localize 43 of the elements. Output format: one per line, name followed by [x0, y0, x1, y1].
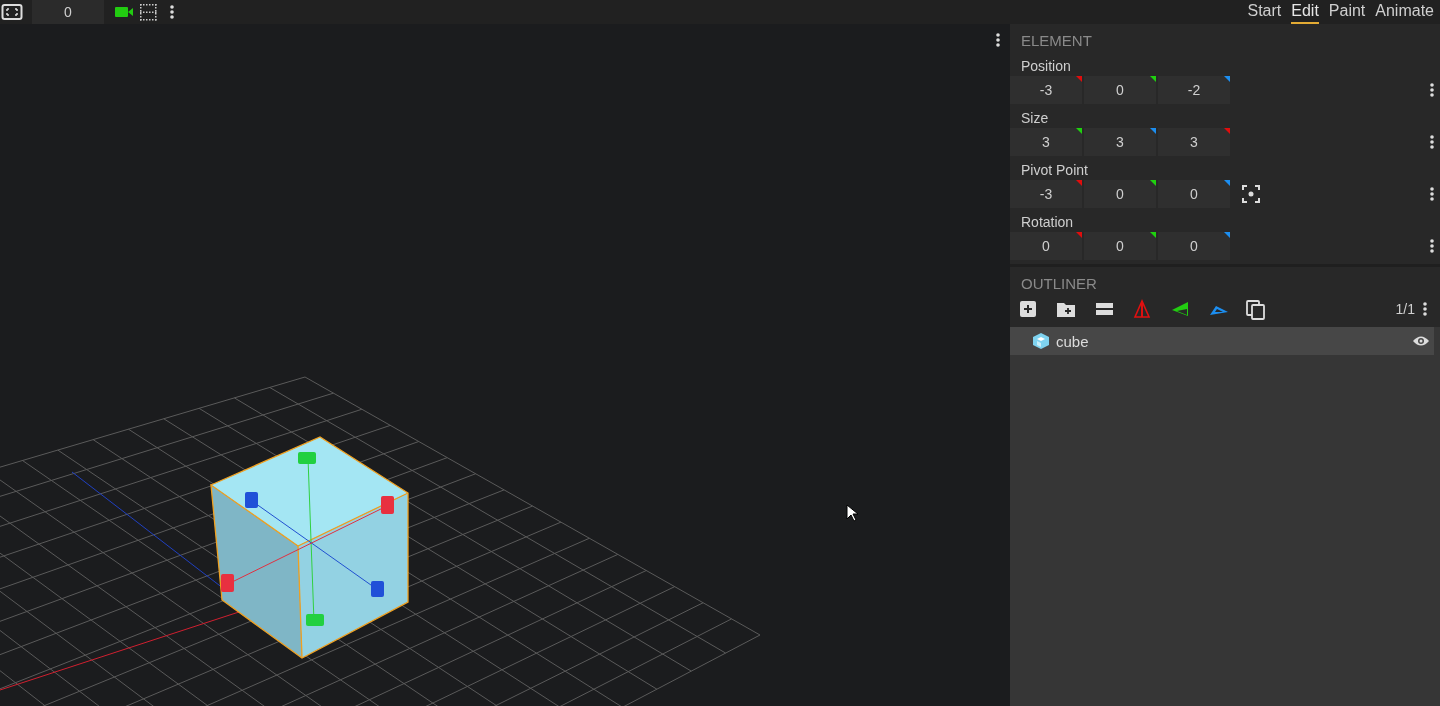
mode-tab[interactable]: Animate: [1375, 0, 1434, 24]
number-field[interactable]: 3: [1158, 128, 1230, 156]
field-label: Pivot Point: [1020, 161, 1089, 180]
number-field[interactable]: 0: [1010, 232, 1082, 260]
grid-icon[interactable]: [139, 3, 157, 21]
menu-icon[interactable]: [994, 32, 1002, 48]
number-field[interactable]: -3: [1010, 180, 1082, 208]
triangle-icon[interactable]: [1131, 299, 1153, 320]
focus-icon[interactable]: [1242, 185, 1260, 203]
cube-drawing[interactable]: [210, 436, 409, 659]
number-field[interactable]: 3: [1084, 128, 1156, 156]
menu-icon[interactable]: [1428, 134, 1436, 150]
field-label: Size: [1020, 109, 1050, 128]
number-field[interactable]: 3: [1010, 128, 1082, 156]
mode-tab[interactable]: Start: [1247, 0, 1282, 24]
fullscreen-icon[interactable]: [1, 3, 23, 21]
menu-icon[interactable]: [1428, 186, 1436, 202]
number-field[interactable]: 0: [1158, 180, 1230, 208]
number-field[interactable]: 0: [1084, 232, 1156, 260]
menu-icon[interactable]: [1421, 301, 1429, 317]
outliner-item[interactable]: cube: [1010, 327, 1434, 355]
field-label: Position: [1020, 57, 1072, 76]
eye-icon[interactable]: [1412, 335, 1430, 347]
mode-tab[interactable]: Paint: [1328, 0, 1366, 24]
panel-title: ELEMENT: [1020, 31, 1093, 51]
number-field[interactable]: 0: [1158, 232, 1230, 260]
cursor-icon: [846, 504, 858, 522]
cube-icon: [1032, 332, 1050, 350]
number-field[interactable]: 0: [1084, 180, 1156, 208]
number-field[interactable]: -3: [1010, 76, 1082, 104]
copy-icon[interactable]: [1245, 299, 1267, 320]
camera-icon[interactable]: [114, 5, 134, 19]
menu-icon[interactable]: [1428, 238, 1436, 254]
item-count: 1/1: [1395, 301, 1415, 317]
menu-icon[interactable]: [1428, 82, 1436, 98]
frame-field[interactable]: 0: [32, 0, 104, 24]
menu-icon[interactable]: [168, 4, 176, 20]
add-icon[interactable]: [1017, 299, 1039, 320]
item-name: cube: [1056, 332, 1089, 350]
field-label: Rotation: [1020, 213, 1075, 232]
panel-title: OUTLINER: [1020, 274, 1098, 294]
number-field[interactable]: 0: [1084, 76, 1156, 104]
number-field[interactable]: -2: [1158, 76, 1230, 104]
